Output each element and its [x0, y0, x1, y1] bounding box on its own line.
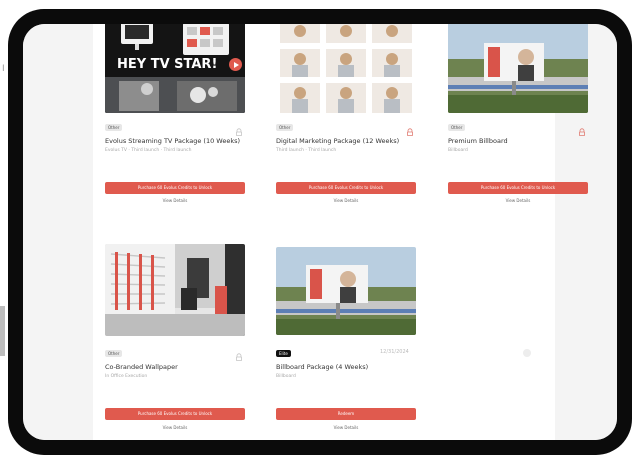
card-title: Digital Marketing Package (12 Weeks) — [276, 137, 400, 145]
background-block-fragment — [0, 306, 5, 356]
play-icon — [229, 58, 242, 71]
unlock-button[interactable]: Purchase 60 Evolus Credits to Unlock — [105, 408, 245, 420]
view-details-link[interactable]: View Details — [448, 198, 588, 203]
card-meta: Billboard — [276, 374, 296, 379]
tier-badge: Elite — [276, 350, 291, 357]
lock-icon — [406, 123, 414, 136]
card-image — [448, 24, 588, 113]
lock-icon — [578, 123, 586, 136]
expiry-date: 12/31/2024 — [380, 349, 409, 355]
card-meta: Evolus TV · Third launch · Third launch — [105, 148, 192, 153]
card-image: HEY TV STAR! — [105, 24, 245, 113]
card-meta: Billboard — [448, 148, 468, 153]
view-details-link[interactable]: View Details — [105, 425, 245, 430]
placeholder-dot — [523, 349, 531, 357]
card-meta: In Office Execution — [105, 374, 148, 379]
view-details-link[interactable]: View Details — [276, 198, 416, 203]
view-details-link[interactable]: View Details — [276, 425, 416, 430]
left-gutter — [23, 24, 93, 440]
card-title: Co-Branded Wallpaper — [105, 363, 178, 371]
card-image-overlay-text: HEY TV STAR! — [117, 57, 218, 72]
background-text-fragment: I — [2, 64, 5, 74]
unlock-button[interactable]: Purchase 60 Evolus Credits to Unlock — [448, 182, 588, 194]
tablet-screen: HEY TV STAR! Other Evolus Streaming TV P… — [23, 24, 617, 440]
card-title: Evolus Streaming TV Package (10 Weeks) — [105, 137, 241, 145]
card-image — [276, 247, 416, 335]
view-details-link[interactable]: View Details — [105, 198, 245, 203]
tablet-device: HEY TV STAR! Other Evolus Streaming TV P… — [8, 9, 632, 455]
lock-icon — [235, 348, 243, 361]
lock-icon — [235, 123, 243, 136]
card-meta: Third launch · Third launch — [276, 148, 337, 153]
card-title: Premium Billboard — [448, 137, 508, 145]
unlock-button[interactable]: Purchase 60 Evolus Credits to Unlock — [105, 182, 245, 194]
card-image — [276, 24, 416, 113]
tier-badge: Other — [276, 124, 294, 131]
card-title: Billboard Package (4 Weeks) — [276, 363, 369, 371]
tier-badge: Other — [448, 124, 466, 131]
tier-badge: Other — [105, 350, 123, 357]
tier-badge: Other — [105, 124, 123, 131]
card-image — [105, 244, 245, 336]
redeem-button[interactable]: Redeem — [276, 408, 416, 420]
unlock-button[interactable]: Purchase 60 Evolus Credits to Unlock — [276, 182, 416, 194]
